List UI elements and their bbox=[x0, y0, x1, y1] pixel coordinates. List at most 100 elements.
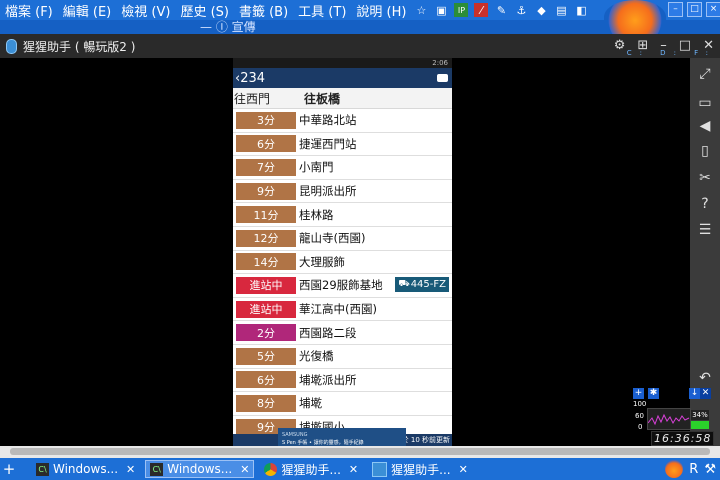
menu-file[interactable]: 檔案 (F) bbox=[0, 1, 58, 20]
menu-help[interactable]: 說明 (H) bbox=[351, 1, 411, 20]
menu-edit[interactable]: 編輯 (E) bbox=[58, 1, 117, 20]
gear-small-icon[interactable]: ✱ bbox=[648, 388, 659, 399]
monitor-top-readout: 100 bbox=[633, 400, 647, 408]
monitor-low-readout: 0 bbox=[638, 423, 643, 431]
eta-badge: 9分 bbox=[236, 182, 296, 200]
stop-row[interactable]: 12分 龍山寺(西園) bbox=[233, 226, 452, 251]
tab-direction-to[interactable]: 往板橋 bbox=[304, 90, 340, 107]
eta-badge: 8分 bbox=[236, 394, 296, 412]
eta-badge: 進站中 bbox=[236, 300, 296, 318]
task-close-icon[interactable]: ✕ bbox=[459, 463, 468, 476]
star-icon[interactable]: ☆ bbox=[414, 3, 428, 17]
shake-icon[interactable]: ▯ bbox=[690, 143, 720, 159]
stop-row[interactable]: 進站中 華江高中(西園) bbox=[233, 297, 452, 322]
stop-row[interactable]: 2分 西園路二段 bbox=[233, 321, 452, 345]
pdf-icon[interactable]: ⁄ bbox=[474, 3, 489, 17]
stop-row[interactable]: 6分 捷運西門站 bbox=[233, 132, 452, 157]
direction-tabs: 往西門 往板橋 bbox=[233, 88, 452, 109]
firefox-tray-icon[interactable] bbox=[665, 460, 684, 478]
taskbar-item-3[interactable]: 猩猩助手... ✕ bbox=[260, 460, 362, 478]
emulator-title: 猩猩助手 ( 暢玩版2 ) bbox=[23, 39, 136, 54]
menu-extra-icon[interactable]: ◧ bbox=[574, 3, 588, 17]
menu-tools[interactable]: 工具 (T) bbox=[293, 1, 351, 20]
eta-badge: 6分 bbox=[236, 371, 296, 389]
task-close-icon[interactable]: ✕ bbox=[349, 463, 358, 476]
stop-name: 埔墘 bbox=[299, 396, 322, 411]
tab-direction-from[interactable]: 往西門 bbox=[233, 90, 304, 107]
emulator-app-icon bbox=[6, 38, 17, 54]
volume-icon[interactable]: ◀ bbox=[690, 118, 720, 134]
task-close-icon[interactable]: ✕ bbox=[240, 463, 249, 476]
stop-row[interactable]: 9分 昆明派出所 bbox=[233, 179, 452, 204]
stop-name: 埔墘派出所 bbox=[299, 372, 357, 387]
tray-r-icon[interactable]: R bbox=[689, 462, 698, 477]
book-icon[interactable] bbox=[437, 74, 448, 82]
back-icon[interactable]: ↶ bbox=[690, 370, 720, 386]
menu-history[interactable]: 歷史 (S) bbox=[175, 1, 234, 20]
stop-row[interactable]: 14分 大理服飾 bbox=[233, 250, 452, 275]
stop-name: 中華路北站 bbox=[299, 113, 357, 128]
menu-view[interactable]: 檢視 (V) bbox=[116, 1, 175, 20]
desktop-clock: 16:36:58 bbox=[651, 431, 715, 446]
monitor-mid-readout: 60 bbox=[635, 412, 644, 420]
cmd-icon: C\ bbox=[150, 462, 164, 476]
eta-badge: 5分 bbox=[236, 347, 296, 365]
settings-icon[interactable]: ⚙ bbox=[614, 38, 626, 53]
stop-row[interactable]: 11分 桂林路 bbox=[233, 203, 452, 227]
stop-name: 西園29服飾基地 bbox=[299, 278, 383, 293]
scissors-icon[interactable]: ✂ bbox=[690, 170, 720, 186]
bookmark-icon[interactable]: ▣ bbox=[434, 3, 448, 17]
eta-badge: 2分 bbox=[236, 324, 296, 342]
ip-icon[interactable]: IP bbox=[454, 3, 469, 17]
minimize-icon[interactable]: – bbox=[668, 2, 683, 17]
stop-row[interactable]: 7分 小南門 bbox=[233, 156, 452, 180]
update-text: 於 10 秒前更新 bbox=[401, 436, 450, 444]
broom-icon[interactable]: ✎ bbox=[494, 3, 508, 17]
addon-icon[interactable]: ⚓ bbox=[514, 3, 528, 17]
horizontal-scrollbar[interactable] bbox=[0, 446, 720, 458]
monitor-level-bar bbox=[691, 421, 709, 429]
extension-icon[interactable]: ▤ bbox=[554, 3, 568, 17]
eta-badge: 14分 bbox=[236, 253, 296, 271]
close-icon[interactable]: × bbox=[706, 2, 720, 17]
stop-row[interactable]: 8分 埔墘 bbox=[233, 392, 452, 416]
stop-row[interactable]: 5分 光復橋 bbox=[233, 344, 452, 369]
tray-tools-icon[interactable]: ⚒ bbox=[704, 462, 716, 477]
status-clock: 2:06 bbox=[432, 59, 448, 67]
menu-icon[interactable]: ☰ bbox=[690, 222, 720, 238]
maximize-icon[interactable]: □ bbox=[687, 2, 702, 17]
stop-name: 桂林路 bbox=[299, 207, 334, 222]
phone-screen: 2:06 ‹234 往西門 往板橋 3分 中華路北站 6分 捷運西門站 7分 小南門 9分昆… bbox=[233, 58, 452, 446]
window-controls: – □ × bbox=[668, 2, 720, 17]
plus-icon[interactable]: + bbox=[633, 388, 644, 399]
eta-badge: 進站中 bbox=[236, 276, 296, 294]
help-icon[interactable]: ? bbox=[690, 196, 720, 212]
stop-row[interactable]: 3分 中華路北站 bbox=[233, 109, 452, 133]
shield-icon[interactable]: ◆ bbox=[534, 3, 548, 17]
bus-plate-badge[interactable]: ⛟ 445-FZ bbox=[395, 277, 449, 293]
close-monitor-icon[interactable]: ✕ bbox=[700, 388, 711, 399]
cmd-icon: C\ bbox=[36, 462, 49, 476]
taskbar-item-2[interactable]: C\ Windows... ✕ bbox=[145, 460, 255, 478]
scrollbar-thumb[interactable] bbox=[10, 448, 710, 455]
stop-row[interactable]: 進站中 西園29服飾基地 ⛟ 445-FZ bbox=[233, 274, 452, 298]
start-plus-icon[interactable]: + bbox=[0, 460, 18, 478]
stop-row[interactable]: 6分 埔墘派出所 bbox=[233, 368, 452, 393]
screenshot-icon[interactable]: ▭ bbox=[690, 95, 720, 111]
route-back-title[interactable]: ‹234 bbox=[235, 71, 265, 86]
bus-icon: ⛟ bbox=[398, 279, 410, 290]
eta-badge: 12分 bbox=[236, 229, 296, 247]
menu-bookmarks[interactable]: 書籤 (B) bbox=[234, 1, 293, 20]
task-label: Windows... bbox=[167, 462, 233, 476]
ad-banner[interactable]: SAMSUNG S Pen 手帳 • 讓你的靈感，隨手紀錄 bbox=[278, 428, 406, 446]
task-close-icon[interactable]: ✕ bbox=[126, 463, 135, 476]
stop-name: 龍山寺(西園) bbox=[299, 231, 366, 246]
stop-name: 大理服飾 bbox=[299, 254, 345, 269]
arrow-down-icon[interactable]: ↓ bbox=[689, 388, 700, 399]
taskbar-item-4[interactable]: 猩猩助手... ✕ bbox=[368, 460, 472, 478]
eta-badge: 11分 bbox=[236, 206, 296, 224]
taskbar-item-1[interactable]: C\ Windows... ✕ bbox=[32, 460, 139, 478]
firefox-logo-icon bbox=[604, 0, 666, 34]
monitor-value: 34% bbox=[691, 410, 709, 420]
expand-icon[interactable]: ⤢ bbox=[690, 66, 720, 82]
